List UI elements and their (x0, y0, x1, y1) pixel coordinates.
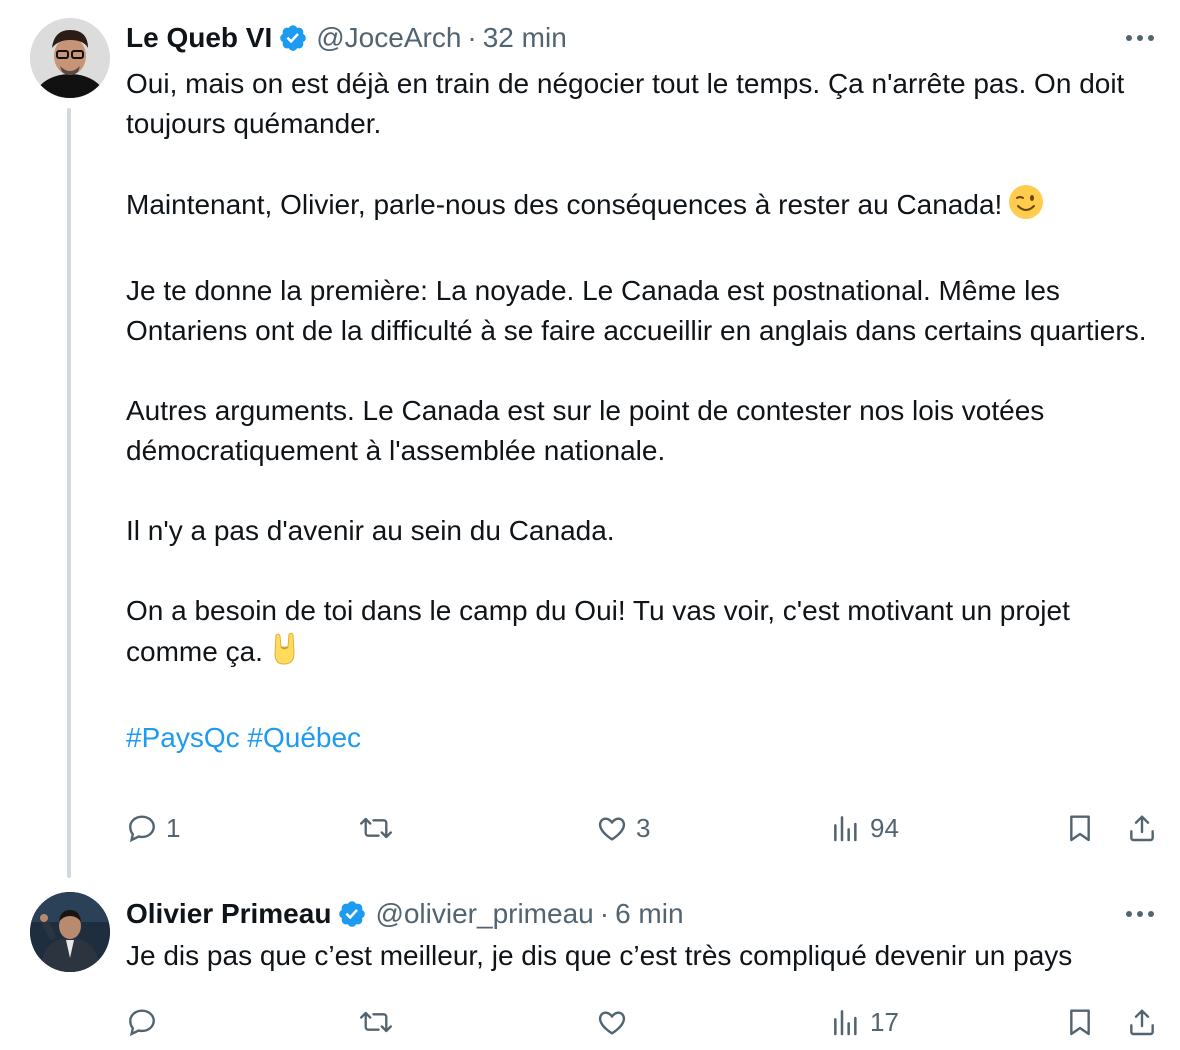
repost-button[interactable] (358, 808, 402, 848)
bookmark-icon (1064, 811, 1096, 845)
verified-badge-icon[interactable] (337, 899, 367, 929)
reply-count: 1 (166, 812, 181, 843)
author-name[interactable]: Le Queb VI (126, 22, 272, 54)
author-handle[interactable]: @olivier_primeau (375, 898, 593, 930)
tweet-paragraph-text: On a besoin de toi dans le camp du Oui! … (126, 595, 1070, 667)
more-icon[interactable] (1122, 896, 1158, 932)
meta-separator: · (599, 898, 610, 929)
tweet-text: Je dis pas que c’est meilleur, je dis qu… (126, 936, 1166, 976)
like-icon (596, 1006, 628, 1038)
like-button[interactable] (596, 1002, 636, 1042)
tweet-actions: 1 3 94 (126, 808, 1166, 848)
tweet-paragraph: Maintenant, Olivier, parle-nous des cons… (126, 184, 1166, 231)
tweet[interactable]: Le Queb VI @JoceArch · 32 min Oui, mais … (0, 0, 1180, 878)
avatar[interactable] (30, 18, 110, 98)
author-handle[interactable]: @JoceArch (316, 22, 461, 54)
views-button[interactable]: 17 (830, 1002, 899, 1042)
tweet-text: Oui, mais on est déjà en train de négoci… (126, 64, 1166, 758)
tweet-paragraph: On a besoin de toi dans le camp du Oui! … (126, 591, 1166, 678)
like-count: 3 (636, 812, 651, 843)
tweet-actions: 17 (126, 1002, 1166, 1042)
share-icon (1126, 1005, 1158, 1039)
tweet[interactable]: Olivier Primeau @olivier_primeau · 6 min… (0, 878, 1180, 1050)
rock-hand-emoji (269, 631, 301, 678)
bookmark-icon (1064, 1005, 1096, 1039)
repost-button[interactable] (358, 1002, 402, 1042)
bookmark-button[interactable] (1064, 808, 1096, 848)
wink-emoji (1008, 184, 1044, 231)
share-button[interactable] (1126, 808, 1158, 848)
tweet-header: Le Queb VI @JoceArch · 32 min (126, 18, 567, 58)
repost-icon (358, 1006, 394, 1038)
tweet-paragraph: Je te donne la première: La noyade. Le C… (126, 275, 1147, 346)
share-button[interactable] (1126, 1002, 1158, 1042)
thread-line (67, 108, 71, 878)
reply-icon (126, 1006, 158, 1038)
repost-icon (358, 812, 394, 844)
tweet-header: Olivier Primeau @olivier_primeau · 6 min (126, 894, 684, 934)
hashtag-link[interactable]: #PaysQc (126, 722, 240, 753)
avatar[interactable] (30, 892, 110, 972)
verified-badge-icon[interactable] (278, 23, 308, 53)
tweet-paragraph: Je dis pas que c’est meilleur, je dis qu… (126, 940, 1073, 971)
hashtag-link[interactable]: #Québec (247, 722, 361, 753)
tweet-paragraph: Il n'y a pas d'avenir au sein du Canada. (126, 515, 615, 546)
views-button[interactable]: 94 (830, 808, 899, 848)
views-count: 17 (870, 1006, 899, 1037)
share-icon (1126, 811, 1158, 845)
like-button[interactable]: 3 (596, 808, 650, 848)
meta-separator: · (467, 22, 477, 53)
reply-button[interactable] (126, 1002, 166, 1042)
views-icon (830, 1006, 862, 1038)
hashtags: #PaysQc #Québec (126, 718, 1166, 758)
views-count: 94 (870, 812, 899, 843)
bookmark-button[interactable] (1064, 1002, 1096, 1042)
author-name[interactable]: Olivier Primeau (126, 898, 331, 930)
tweet-paragraph: Oui, mais on est déjà en train de négoci… (126, 68, 1125, 139)
tweet-paragraph: Autres arguments. Le Canada est sur le p… (126, 395, 1045, 466)
tweet-time[interactable]: 32 min (483, 22, 567, 54)
like-icon (596, 812, 628, 844)
tweet-paragraph-text: Maintenant, Olivier, parle-nous des cons… (126, 189, 1003, 220)
more-icon[interactable] (1122, 20, 1158, 56)
reply-button[interactable]: 1 (126, 808, 180, 848)
views-icon (830, 812, 862, 844)
reply-icon (126, 812, 158, 844)
tweet-time[interactable]: 6 min (615, 898, 683, 930)
